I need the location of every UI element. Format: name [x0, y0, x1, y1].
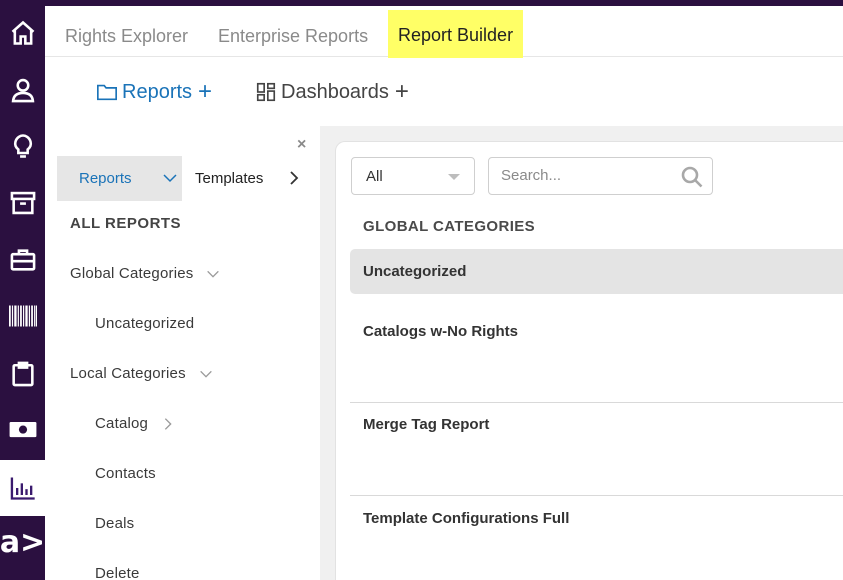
chevron-right-icon	[164, 417, 172, 430]
reports-segment[interactable]: Reports	[57, 156, 182, 201]
report-tree-panel: × Reports Templates ALL REPORTS Global C…	[45, 126, 320, 580]
search-icon[interactable]	[680, 165, 704, 189]
money-icon[interactable]	[0, 409, 45, 449]
report-item[interactable]: Merge Tag Report	[350, 416, 843, 433]
deals-item[interactable]: Deals	[95, 515, 134, 532]
chevron-down-icon	[163, 174, 177, 183]
archive-icon[interactable]	[0, 183, 45, 223]
add-dashboard-button[interactable]: +	[395, 78, 409, 106]
global-categories-item[interactable]: Global Categories	[70, 265, 221, 282]
lightbulb-icon[interactable]	[0, 126, 45, 166]
local-categories-item[interactable]: Local Categories	[70, 365, 214, 382]
top-nav: Rights Explorer Enterprise Reports Repor…	[45, 6, 843, 62]
templates-segment[interactable]: Templates	[195, 170, 263, 187]
builder-subbar: Reports + Dashboards +	[45, 58, 843, 126]
search-box[interactable]	[488, 157, 713, 195]
catalog-item[interactable]: Catalog	[95, 415, 176, 432]
brand-logo: a>	[0, 525, 46, 560]
reports-tab[interactable]: Reports +	[96, 78, 212, 106]
dashboard-icon	[256, 82, 276, 102]
dashboards-label: Dashboards	[281, 80, 389, 103]
chevron-down-icon	[207, 270, 220, 278]
uncategorized-item[interactable]: Uncategorized	[95, 315, 194, 332]
chevron-right-icon[interactable]	[287, 169, 301, 187]
delete-item[interactable]: Delete	[95, 565, 140, 580]
barcode-icon[interactable]	[0, 296, 45, 336]
add-report-button[interactable]: +	[198, 78, 212, 106]
app-rail: a>	[0, 0, 45, 580]
divider	[350, 495, 843, 496]
filter-value: All	[366, 167, 383, 185]
caret-down-icon	[448, 174, 460, 180]
report-item[interactable]: Template Configurations Full	[350, 510, 843, 527]
category-filter-select[interactable]: All	[351, 157, 475, 195]
tab-report-builder[interactable]: Report Builder	[388, 10, 524, 62]
search-input[interactable]	[501, 158, 681, 192]
dashboards-tab[interactable]: Dashboards +	[255, 78, 409, 106]
chart-icon[interactable]	[0, 460, 45, 516]
selected-category-row[interactable]: Uncategorized	[350, 249, 843, 294]
divider	[350, 402, 843, 403]
briefcase-icon[interactable]	[0, 240, 45, 280]
tab-rights-explorer[interactable]: Rights Explorer	[65, 10, 188, 62]
user-icon[interactable]	[0, 70, 45, 110]
close-panel-button[interactable]: ×	[297, 136, 306, 154]
home-icon[interactable]	[0, 13, 45, 53]
folder-icon	[97, 84, 117, 101]
report-item[interactable]: Catalogs w-No Rights	[350, 323, 843, 340]
chevron-down-icon	[199, 370, 212, 378]
reports-label: Reports	[122, 80, 193, 103]
reports-segment-label: Reports	[79, 170, 132, 187]
section-title: GLOBAL CATEGORIES	[363, 218, 536, 235]
all-reports-item[interactable]: ALL REPORTS	[70, 215, 181, 232]
clipboard-icon[interactable]	[0, 354, 45, 394]
tab-enterprise-reports[interactable]: Enterprise Reports	[218, 10, 368, 62]
contacts-item[interactable]: Contacts	[95, 465, 156, 482]
